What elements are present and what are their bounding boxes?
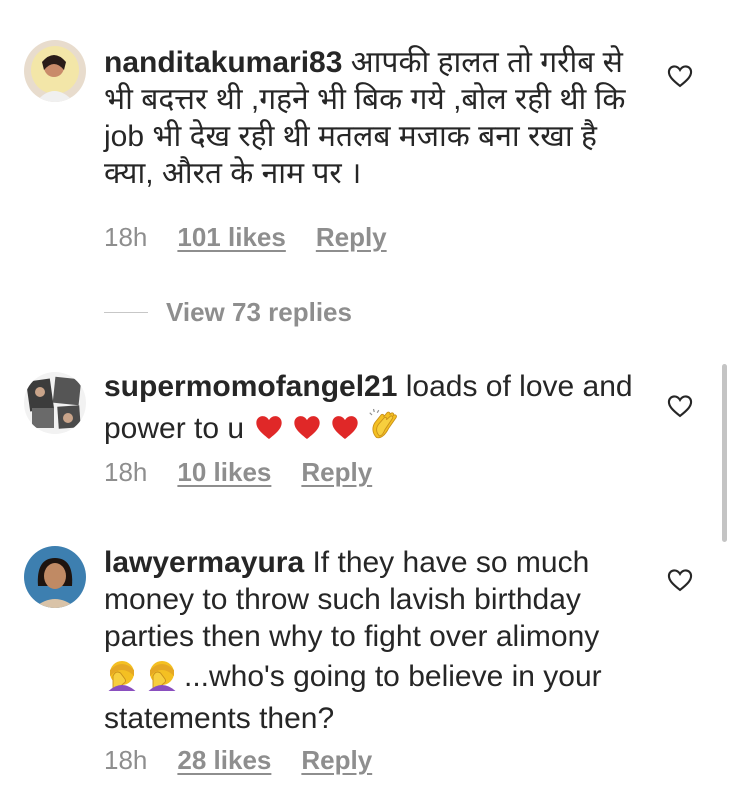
comment-username[interactable]: lawyermayura [104,546,304,579]
comment-body: lawyermayura If they have so much money … [104,544,634,737]
avatar[interactable] [24,40,86,102]
like-heart-icon[interactable] [666,566,694,594]
face-palm-emoji [144,655,180,700]
comment-body: supermomofangel21 loads of love and powe… [104,368,634,452]
likes-count-link[interactable]: 101 likes [177,222,285,253]
comment-meta: 18h 10 likes Reply [104,457,372,488]
view-replies-button[interactable]: View 73 replies [104,294,352,330]
red-heart-emoji [290,411,324,452]
clapping-hands-emoji [366,405,402,452]
comment-time: 18h [104,457,148,487]
comment-username[interactable]: supermomofangel21 [104,370,397,403]
red-heart-emoji [328,411,362,452]
comment-body: nanditakumari83 आपकी हालत तो गरीब से भी … [104,44,634,192]
divider-line [104,311,148,313]
likes-count-link[interactable]: 28 likes [177,745,271,776]
face-palm-emoji [104,655,140,700]
avatar[interactable] [24,546,86,608]
comment-time: 18h [104,222,148,252]
like-heart-icon[interactable] [666,392,694,420]
comment-username[interactable]: nanditakumari83 [104,46,342,79]
like-heart-icon[interactable] [666,62,694,90]
comment-meta: 18h 28 likes Reply [104,745,372,776]
likes-count-link[interactable]: 10 likes [177,457,271,488]
reply-button[interactable]: Reply [301,745,372,776]
reply-button[interactable]: Reply [316,222,387,253]
reply-button[interactable]: Reply [301,457,372,488]
comment-time: 18h [104,745,148,775]
view-replies-label: View 73 replies [166,296,352,327]
avatar[interactable] [24,372,86,434]
red-heart-emoji [252,411,286,452]
comment-meta: 18h 101 likes Reply [104,222,387,253]
scrollbar[interactable] [722,364,727,542]
